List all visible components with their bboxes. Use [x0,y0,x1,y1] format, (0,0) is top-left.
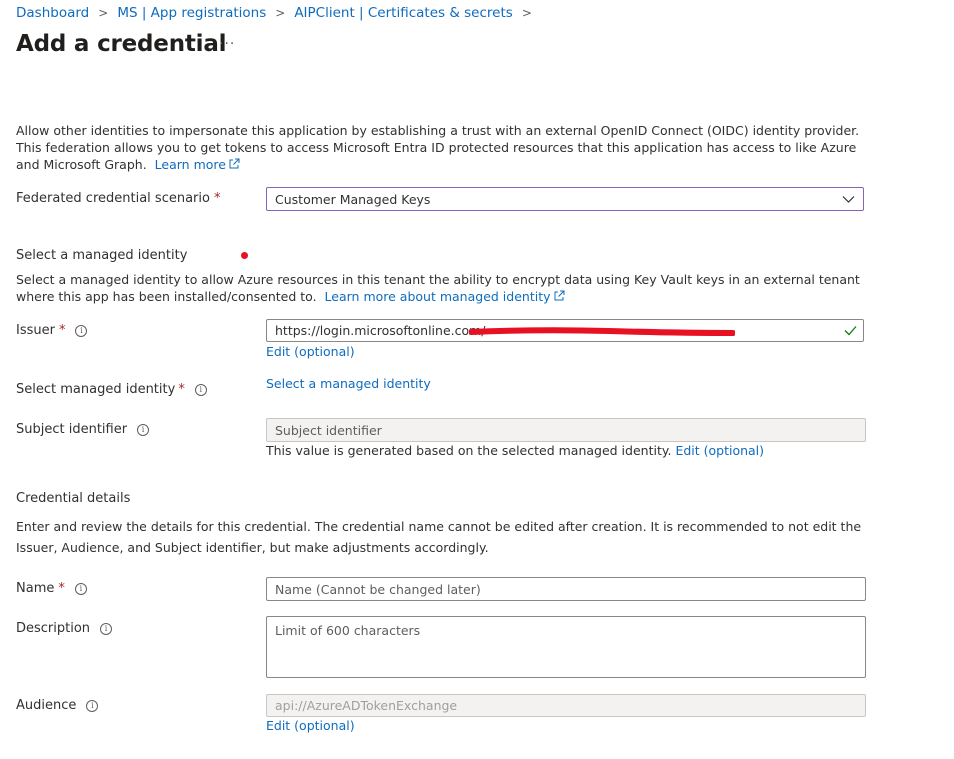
scenario-dropdown[interactable]: Customer Managed Keys [266,187,864,211]
scenario-value: Customer Managed Keys [275,191,431,207]
credential-details-heading: Credential details [16,491,131,506]
info-icon[interactable]: i [86,699,99,712]
external-link-icon [554,290,564,301]
subject-identifier-input: Subject identifier [266,418,866,442]
audience-input: api://AzureADTokenExchange [266,694,866,717]
required-asterisk: * [58,323,66,338]
info-icon[interactable]: i [75,324,88,337]
intro-text: Allow other identities to impersonate th… [16,123,860,172]
scenario-label: Federated credential scenario * [16,191,220,206]
subject-note: This value is generated based on the sel… [266,443,764,458]
info-icon[interactable]: i [194,383,207,396]
audience-edit-link[interactable]: Edit (optional) [266,718,355,733]
chevron-right-icon: > [275,6,286,20]
issuer-label: Issuer * i [16,323,88,338]
page-title: Add a credential [16,31,227,57]
audience-value: api://AzureADTokenExchange [275,698,458,713]
info-icon[interactable]: i [137,423,150,436]
chevron-right-icon: > [98,6,109,20]
subject-label: Subject identifier i [16,422,150,437]
intro-description: Allow other identities to impersonate th… [16,122,876,173]
name-label-text: Name [16,581,55,596]
info-icon[interactable]: i [100,622,113,635]
name-input[interactable]: Name (Cannot be changed later) [266,577,866,601]
subject-label-text: Subject identifier [16,422,128,437]
issuer-edit-link[interactable]: Edit (optional) [266,344,355,359]
breadcrumb-dashboard[interactable]: Dashboard [16,5,89,21]
credential-details-description: Enter and review the details for this cr… [16,519,862,555]
checkmark-icon [844,326,857,336]
breadcrumb-certificates-secrets[interactable]: AIPClient | Certificates & secrets [294,5,513,21]
description-label-text: Description [16,621,91,636]
chevron-down-icon [842,196,855,203]
required-asterisk: * [178,382,185,397]
audience-label: Audience i [16,698,99,713]
learn-more-managed-identity-link[interactable]: Learn more about managed identity [325,289,565,304]
red-dot-annotation [241,252,248,259]
description-label: Description i [16,621,113,636]
redaction-mark [469,327,735,336]
select-identity-label: Select managed identity * i [16,382,207,397]
learn-more-label: Learn more [154,157,226,172]
learn-more-managed-identity-label: Learn more about managed identity [324,289,551,304]
managed-identity-description: Select a managed identity to allow Azure… [16,271,876,305]
issuer-label-text: Issuer [16,323,55,338]
breadcrumb: Dashboard > MS | App registrations > AIP… [16,4,541,22]
description-textarea[interactable]: Limit of 600 characters [266,616,866,678]
managed-identity-heading: Select a managed identity [16,248,188,263]
breadcrumb-app-registrations[interactable]: MS | App registrations [117,5,266,21]
required-asterisk: * [58,581,65,596]
issuer-input[interactable]: https://login.microsoftonline.com/ [266,319,864,342]
learn-more-link[interactable]: Learn more [155,157,240,172]
external-link-icon [229,158,240,169]
info-icon[interactable]: i [74,582,87,595]
select-managed-identity-link[interactable]: Select a managed identity [266,376,431,391]
select-identity-label-text: Select managed identity [16,382,176,397]
subject-value: Subject identifier [275,422,382,438]
audience-label-text: Audience [16,698,77,713]
issuer-value: https://login.microsoftonline.com/ [275,323,486,338]
scenario-label-text: Federated credential scenario [16,191,210,206]
subject-note-text: This value is generated based on the sel… [266,443,672,458]
chevron-right-icon: > [521,6,532,20]
name-placeholder: Name (Cannot be changed later) [275,581,481,597]
more-options-button[interactable]: ··· [219,36,235,52]
subject-edit-link[interactable]: Edit (optional) [675,443,764,458]
required-asterisk: * [213,191,221,206]
name-label: Name * i [16,581,87,596]
description-placeholder: Limit of 600 characters [275,623,421,638]
